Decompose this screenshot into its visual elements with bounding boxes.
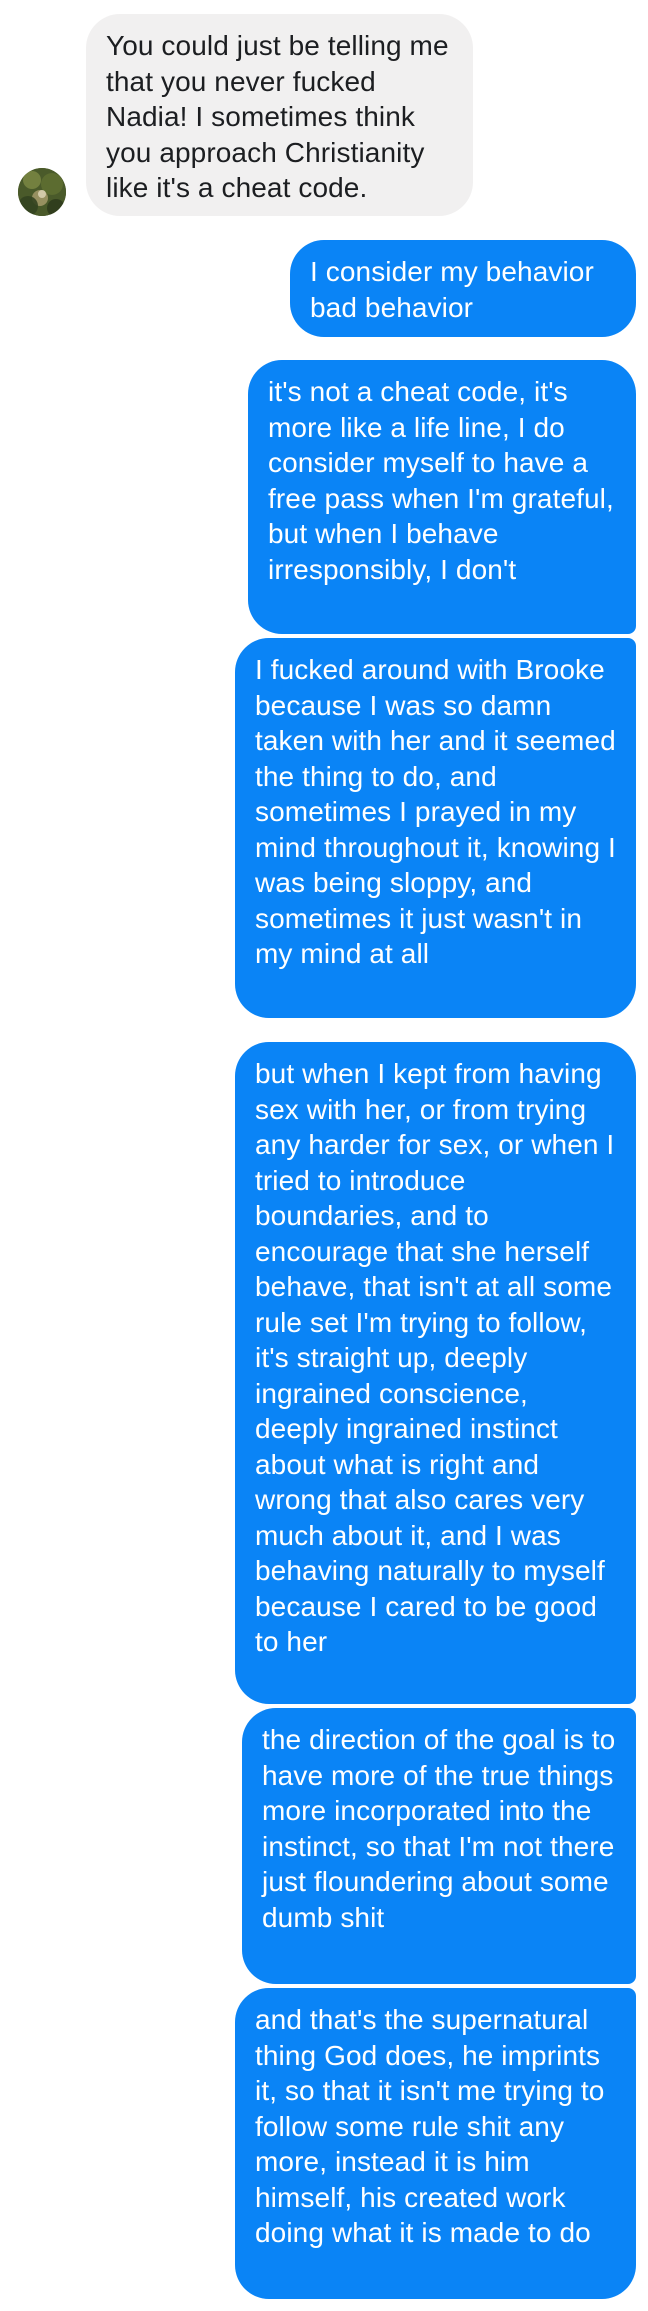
- message-text: I fucked around with Brooke because I wa…: [255, 654, 616, 969]
- message-text: but when I kept from having sex with her…: [255, 1058, 615, 1657]
- message-text: You could just be telling me that you ne…: [106, 30, 449, 203]
- message-text: I consider my behavior bad behavior: [310, 256, 594, 323]
- message-bubble-outgoing[interactable]: I consider my behavior bad behavior: [290, 240, 636, 337]
- message-text: it's not a cheat code, it's more like a …: [268, 376, 614, 585]
- message-bubble-outgoing[interactable]: the direction of the goal is to have mor…: [242, 1708, 636, 1984]
- avatar-photo-icon: [18, 168, 66, 216]
- contact-avatar[interactable]: [18, 168, 66, 216]
- message-bubble-outgoing[interactable]: I fucked around with Brooke because I wa…: [235, 638, 636, 1018]
- message-bubble-outgoing[interactable]: but when I kept from having sex with her…: [235, 1042, 636, 1704]
- message-bubble-outgoing[interactable]: and that's the supernatural thing God do…: [235, 1988, 636, 2299]
- message-text: the direction of the goal is to have mor…: [262, 1724, 616, 1933]
- message-text: and that's the supernatural thing God do…: [255, 2004, 605, 2248]
- message-bubble-incoming[interactable]: You could just be telling me that you ne…: [86, 14, 473, 216]
- message-thread: You could just be telling me that you ne…: [0, 0, 648, 2311]
- message-bubble-outgoing[interactable]: it's not a cheat code, it's more like a …: [248, 360, 636, 634]
